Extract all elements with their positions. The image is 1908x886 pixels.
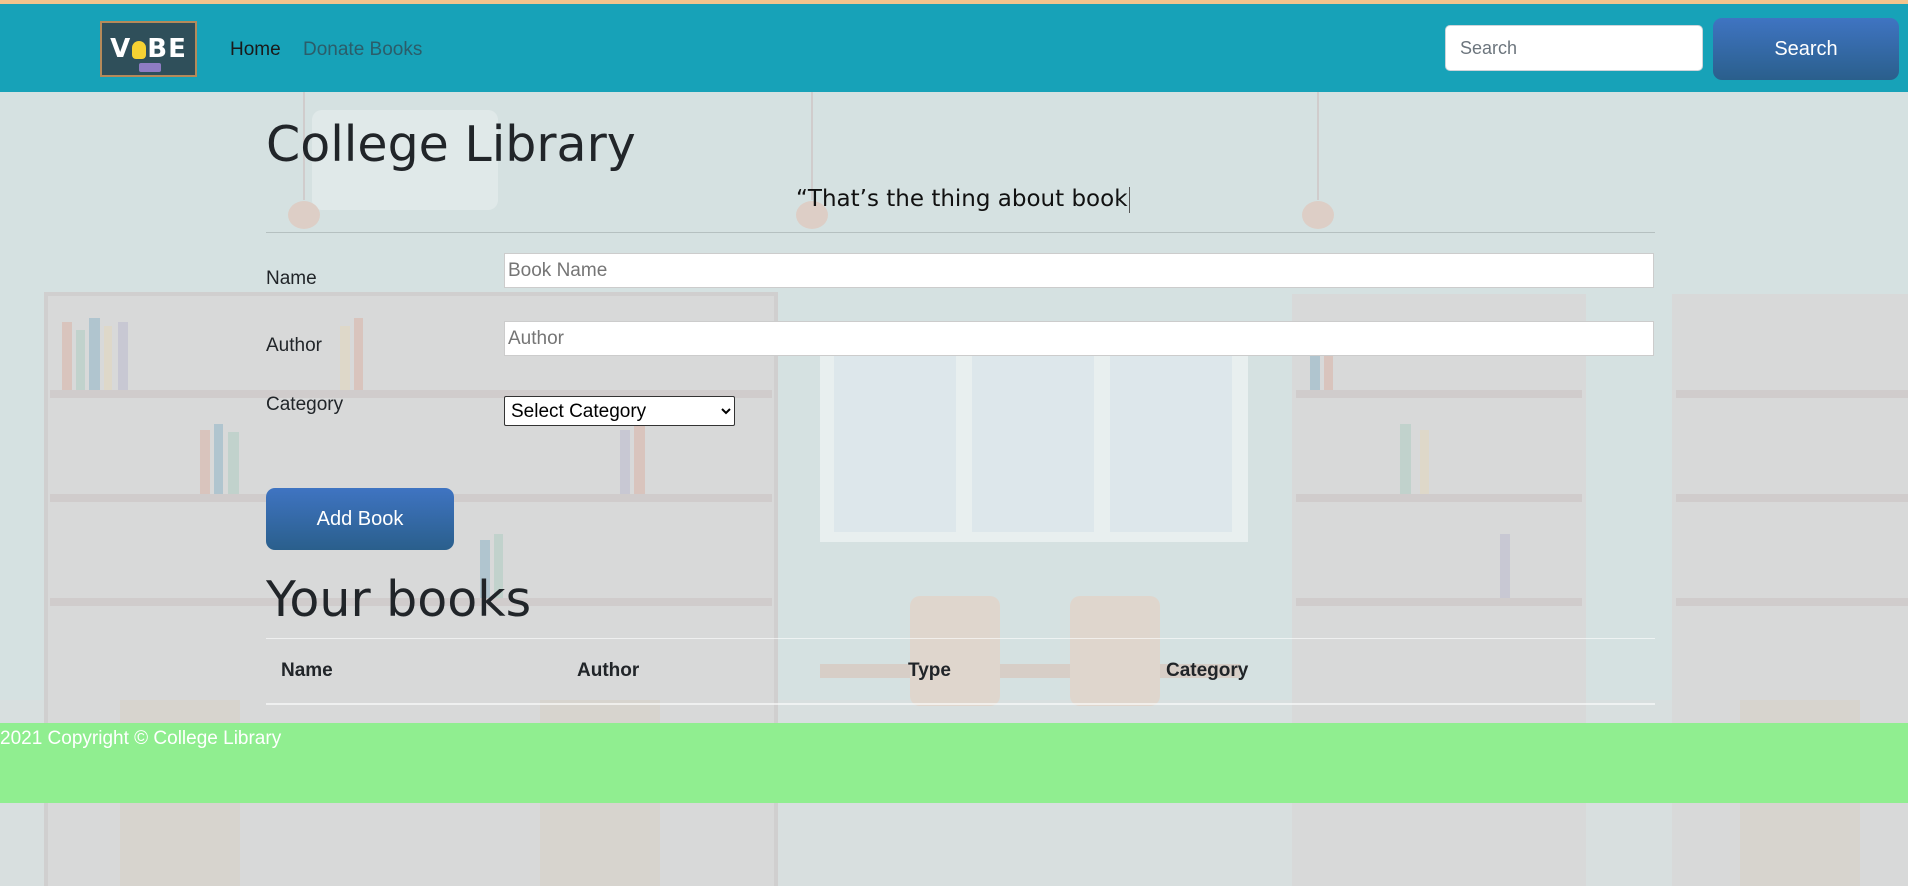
footer-copyright: 2021 Copyright © College Library (0, 728, 282, 749)
category-label: Category (266, 394, 344, 415)
table-header-row: Name Author Type Category (266, 638, 1655, 705)
search-button[interactable]: Search (1713, 18, 1899, 80)
search-input[interactable] (1445, 25, 1703, 71)
quote-text: “That’s the thing about book (796, 184, 1130, 214)
book-icon (139, 63, 161, 72)
page-title: College Library (266, 116, 636, 173)
book-name-input[interactable] (504, 253, 1654, 288)
name-label: Name (266, 268, 317, 289)
logo-letters-be: BE (147, 34, 187, 64)
add-book-button[interactable]: Add Book (266, 488, 454, 550)
navbar: V BE Home Donate Books Search (0, 4, 1908, 92)
author-label: Author (266, 335, 322, 356)
logo-letter-v: V (110, 34, 132, 64)
typing-caret (1128, 186, 1130, 213)
books-table: Name Author Type Category (266, 638, 1655, 705)
column-header-category: Category (1151, 638, 1655, 705)
footer: 2021 Copyright © College Library (0, 723, 1908, 803)
quote-content: “That’s the thing about book (796, 186, 1128, 212)
your-books-heading: Your books (266, 571, 532, 628)
category-select[interactable]: Select Category (504, 396, 735, 426)
divider (266, 232, 1655, 233)
site-logo[interactable]: V BE (100, 21, 197, 77)
author-input[interactable] (504, 321, 1654, 356)
nav-link-donate-books[interactable]: Donate Books (303, 38, 422, 62)
nav-link-home[interactable]: Home (230, 38, 281, 62)
column-header-name: Name (266, 638, 562, 705)
column-header-author: Author (562, 638, 893, 705)
lightbulb-icon (132, 40, 147, 59)
column-header-type: Type (893, 638, 1151, 705)
